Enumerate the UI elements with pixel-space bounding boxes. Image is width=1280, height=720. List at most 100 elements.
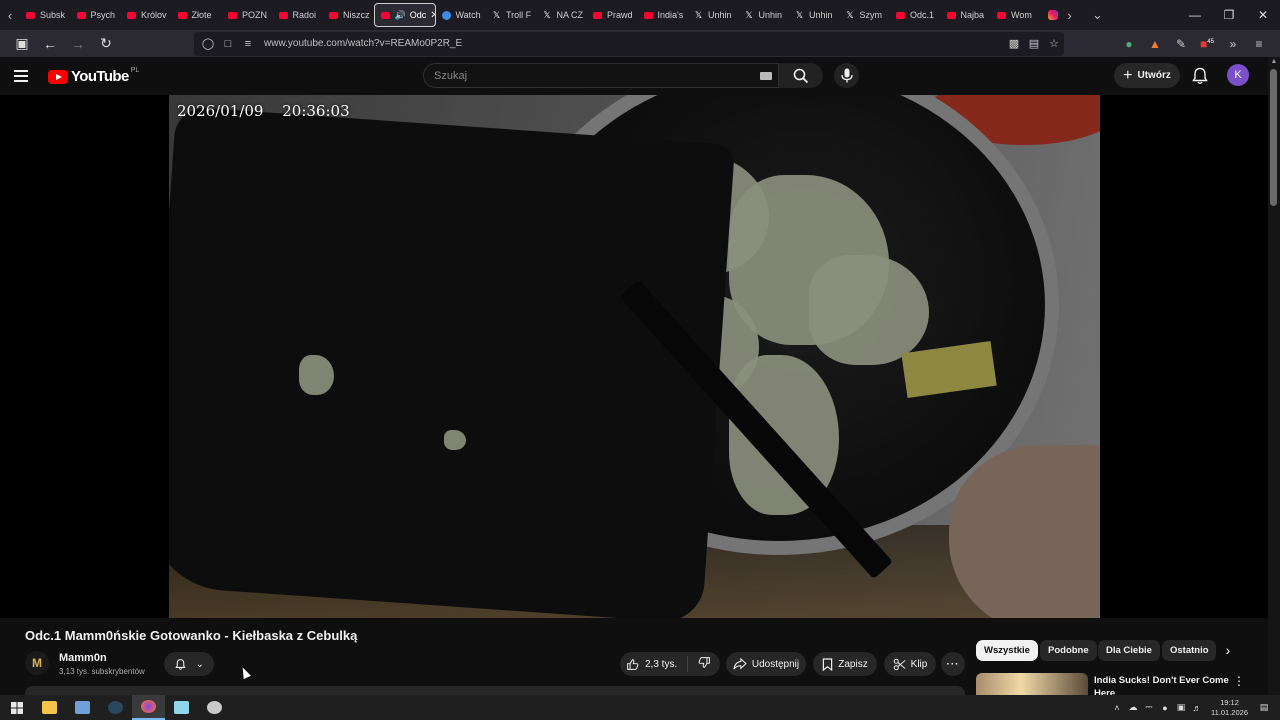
dislike-button[interactable] xyxy=(688,656,720,672)
filter-chip[interactable]: Dla Ciebie xyxy=(1098,640,1160,661)
close-window-icon[interactable]: ✕ xyxy=(1246,8,1280,22)
window-controls: — ❐ ✕ xyxy=(1148,0,1280,30)
browser-tab[interactable]: 𝕏 Unhin xyxy=(789,3,840,27)
voice-search-button[interactable] xyxy=(834,63,859,88)
reader-view-icon[interactable]: ▤ xyxy=(1024,37,1044,50)
browser-tab[interactable]: Odc.1 xyxy=(890,3,941,27)
page-scrollbar[interactable]: ▲ xyxy=(1268,57,1280,695)
browser-tab[interactable]: 𝕏 NA CZ xyxy=(537,3,588,27)
overflow-chevron-icon[interactable]: » xyxy=(1220,37,1246,51)
list-all-tabs-icon[interactable]: ⌄ xyxy=(1088,0,1108,30)
browser-tab[interactable]: Wom xyxy=(991,3,1042,27)
x-icon: 𝕏 xyxy=(543,10,551,20)
tab-label: Wom xyxy=(1011,10,1032,20)
tray-overflow-icon[interactable]: ˄ xyxy=(1109,703,1125,713)
speaker-icon[interactable]: 🔊 xyxy=(395,10,406,21)
system-clock[interactable]: 19:12 11.01.2026 xyxy=(1211,698,1248,718)
close-tab-icon[interactable]: ✕ xyxy=(430,10,434,21)
browser-tab[interactable]: Radoi xyxy=(273,3,324,27)
notifications-bell-icon[interactable] xyxy=(1190,66,1210,86)
browser-tab[interactable]: Subsk xyxy=(20,3,71,27)
forward-icon[interactable]: → xyxy=(66,32,90,56)
browser-tab[interactable]: Psych xyxy=(71,3,122,27)
adblock-extension-icon[interactable]: ■45 xyxy=(1194,37,1220,51)
cloud-icon[interactable]: ☁ xyxy=(1125,702,1141,713)
fox-extension-icon[interactable]: ▲ xyxy=(1142,37,1168,51)
search-input[interactable]: Szukaj xyxy=(423,63,779,88)
browser-tab[interactable]: Niszcz xyxy=(323,3,374,27)
app-menu-icon[interactable]: ≡ xyxy=(1246,37,1272,51)
volume-icon[interactable]: ♬ xyxy=(1189,703,1205,713)
guide-menu-icon[interactable] xyxy=(14,66,34,86)
tracking-shield-icon[interactable]: ◯ xyxy=(200,37,216,50)
notification-center-icon[interactable]: ▤ xyxy=(1256,702,1272,713)
filter-chip[interactable]: Ostatnio xyxy=(1162,640,1216,661)
browser-tab[interactable]: Najba xyxy=(941,3,992,27)
description-box[interactable] xyxy=(25,686,965,695)
browser-tab[interactable]: 𝕏 Troll F xyxy=(486,3,537,27)
keyboard-icon[interactable] xyxy=(760,72,772,80)
subscription-notification-button[interactable]: ⌄ xyxy=(164,652,214,676)
browser-tab[interactable]: Prawd xyxy=(587,3,638,27)
start-button[interactable] xyxy=(0,695,33,720)
chevron-right-icon[interactable]: › xyxy=(1219,642,1237,660)
browser-tab[interactable]: 𝕏 Unhin xyxy=(688,3,739,27)
more-vertical-icon[interactable]: ⋮ xyxy=(1233,674,1245,688)
browser-tab[interactable]: Watch xyxy=(436,3,487,27)
browser-tab[interactable]: 𝕏 Unhin xyxy=(739,3,790,27)
filter-chip[interactable]: Podobne xyxy=(1040,640,1097,661)
youtube-logo[interactable]: YouTube PL xyxy=(48,67,139,85)
clip-button[interactable]: Klip xyxy=(884,652,936,676)
scrollbar-thumb[interactable] xyxy=(1270,69,1277,206)
tab-scroll-right-icon[interactable]: › xyxy=(1060,0,1080,30)
url-text[interactable]: www.youtube.com/watch?v=REAMo0P2R_E xyxy=(264,38,462,49)
usb-icon[interactable]: ⎓ xyxy=(1141,702,1157,713)
taskbar-file-explorer[interactable] xyxy=(33,695,66,720)
network-icon[interactable]: ▣ xyxy=(1173,702,1189,713)
taskbar-notepad[interactable] xyxy=(165,695,198,720)
microphone-tray-icon[interactable]: ● xyxy=(1157,703,1173,713)
video-frame[interactable]: 2026/01/09 20:36:03 xyxy=(169,95,1100,618)
filter-chip[interactable]: Wszystkie xyxy=(976,640,1038,661)
browser-tab[interactable] xyxy=(1042,3,1060,27)
scroll-up-icon[interactable]: ▲ xyxy=(1269,58,1279,65)
recommendation-title[interactable]: India Sucks! Don't Ever Come Here xyxy=(1094,674,1229,695)
youtube-favicon-icon xyxy=(896,11,905,19)
browser-tab[interactable]: 🔊Odc✕ xyxy=(373,3,436,27)
tab-scroll-left-icon[interactable]: ‹ xyxy=(0,0,20,30)
thumbs-down-icon xyxy=(698,657,710,668)
save-button[interactable]: Zapisz xyxy=(813,652,877,676)
minimize-icon[interactable]: — xyxy=(1178,8,1212,22)
restore-icon[interactable]: ❐ xyxy=(1212,8,1246,22)
shield-extension-icon[interactable]: ● xyxy=(1116,37,1142,51)
channel-name[interactable]: Mamm0n xyxy=(59,652,107,664)
search-button[interactable] xyxy=(779,63,823,88)
browser-tab[interactable]: Królov xyxy=(121,3,172,27)
video-player[interactable]: 2026/01/09 20:36:03 xyxy=(0,95,1268,618)
browser-tab[interactable]: POZN xyxy=(222,3,273,27)
share-button[interactable]: Udostępnij xyxy=(726,652,806,676)
picture-in-picture-icon[interactable]: ▩ xyxy=(1004,37,1024,50)
taskbar-firefox[interactable] xyxy=(132,695,165,720)
channel-avatar[interactable]: M xyxy=(25,651,49,675)
like-button[interactable]: 2,3 tys. xyxy=(620,656,688,672)
bookmark-star-icon[interactable]: ☆ xyxy=(1044,37,1064,50)
browser-tab[interactable]: India's xyxy=(638,3,689,27)
sidebar-toggle-icon[interactable]: ▣ xyxy=(10,32,34,56)
address-bar[interactable]: ◯ □ ≡ www.youtube.com/watch?v=REAMo0P2R_… xyxy=(194,31,1064,56)
back-icon[interactable]: ← xyxy=(38,32,62,56)
browser-tab[interactable]: 𝕏 Szym xyxy=(840,3,891,27)
taskbar-app[interactable] xyxy=(198,695,231,720)
account-avatar[interactable]: K xyxy=(1227,64,1249,86)
taskbar-control-panel[interactable] xyxy=(66,695,99,720)
taskbar-steam[interactable] xyxy=(99,695,132,720)
create-button[interactable]: + Utwórz xyxy=(1114,63,1180,88)
lock-icon[interactable]: □ xyxy=(220,38,236,50)
reload-icon[interactable]: ↻ xyxy=(94,32,118,56)
tab-label: Niszcz xyxy=(343,10,370,20)
recommendation-thumbnail[interactable] xyxy=(976,673,1088,695)
extensions-puzzle-icon[interactable]: ✎ xyxy=(1168,37,1194,51)
permissions-icon[interactable]: ≡ xyxy=(240,38,256,50)
browser-tab[interactable]: Złote xyxy=(172,3,223,27)
more-actions-button[interactable]: ··· xyxy=(941,652,965,676)
